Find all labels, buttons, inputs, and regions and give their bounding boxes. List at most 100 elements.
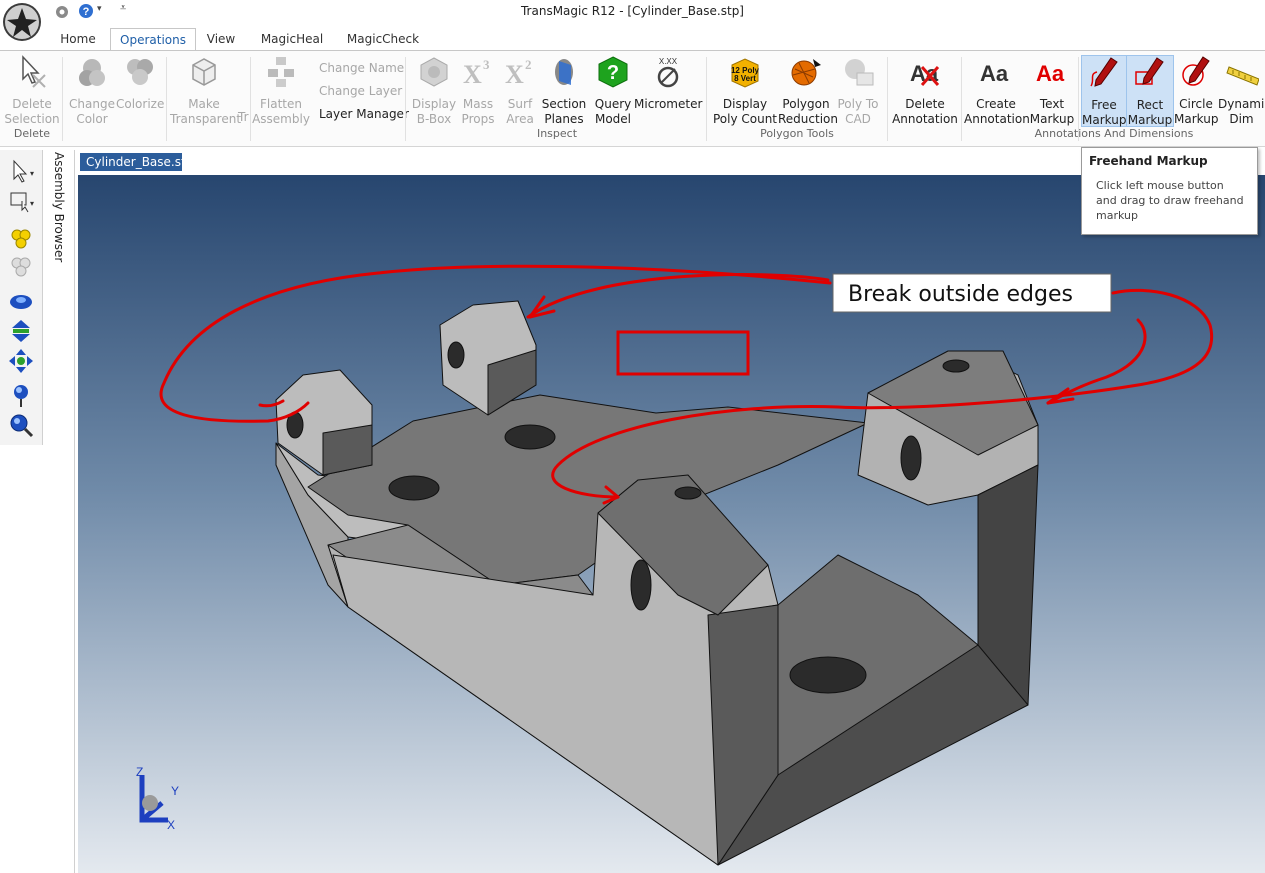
- change-color-label: Change Color: [69, 97, 115, 126]
- surf-area-label: Surf Area: [506, 97, 534, 126]
- flatten-assembly-button[interactable]: Flatten Assembly: [252, 55, 310, 127]
- micrometer-button[interactable]: X.XX Micrometer: [634, 55, 702, 112]
- display-poly-count-button[interactable]: 12 Poly 8 Vert Display Poly Count: [712, 55, 778, 127]
- text-annotation[interactable]: Break outside edges: [832, 273, 1112, 313]
- svg-text:8 Vert: 8 Vert: [734, 74, 756, 83]
- axis-z-label: Z: [136, 765, 143, 779]
- mass-props-x3-icon: X3: [463, 57, 490, 89]
- mass-props-label: Mass Props: [461, 97, 495, 126]
- svg-text:3: 3: [483, 57, 490, 72]
- create-annotation-button[interactable]: Aa Create Annotation: [964, 55, 1030, 127]
- transparent-cube-icon: [192, 58, 216, 86]
- flatten-assembly-label: Flatten Assembly: [252, 97, 310, 126]
- zoom-icon[interactable]: [8, 412, 34, 438]
- group-label-inspect: Inspect: [536, 127, 578, 140]
- rect-markup-label: Rect Markup: [1127, 98, 1173, 127]
- circle-markup-label: Circle Markup: [1174, 97, 1219, 126]
- mass-props-button[interactable]: X3 Mass Props: [456, 55, 500, 127]
- change-color-icon: [79, 59, 105, 86]
- layer-manager-button[interactable]: Layer Manager: [319, 107, 409, 121]
- display-bbox-icon: [420, 57, 448, 87]
- assembly-browser-label: Assembly Browser: [52, 152, 66, 263]
- freehand-markup-tooltip: Freehand Markup Click left mouse button …: [1081, 147, 1258, 235]
- svg-text:X: X: [463, 60, 482, 89]
- colorize-icon: [127, 59, 153, 85]
- poly-to-cad-label: Poly To CAD: [837, 97, 879, 126]
- change-name-button[interactable]: Change Name: [319, 61, 404, 75]
- pan-vertical-icon[interactable]: [8, 318, 34, 344]
- select-all-icon[interactable]: [8, 226, 34, 252]
- ribbon-separator: [166, 57, 167, 141]
- svg-text:▾: ▾: [30, 169, 34, 178]
- surf-area-button[interactable]: X2 Surf Area: [498, 55, 542, 127]
- make-transparent-button[interactable]: Make Transparent: [170, 55, 242, 127]
- tab-operations[interactable]: Operations: [110, 28, 196, 52]
- delete-selection-button[interactable]: Delete Selection: [4, 55, 60, 127]
- free-markup-label: Free Markup: [1082, 98, 1127, 127]
- ribbon-panel: Delete Selection Delete Change Color Col…: [0, 50, 1265, 147]
- section-planes-button[interactable]: Section Planes: [540, 55, 588, 127]
- query-model-button[interactable]: ? Query Model: [592, 55, 634, 127]
- svg-text:2: 2: [525, 57, 532, 72]
- display-poly-count-label: Display Poly Count: [712, 97, 778, 126]
- change-layer-button[interactable]: Change Layer: [319, 84, 402, 98]
- tab-magicheal[interactable]: MagicHeal: [252, 28, 332, 51]
- document-tab[interactable]: Cylinder_Base.stp: [80, 153, 193, 171]
- freehand-pen-icon: [1090, 57, 1118, 87]
- query-model-icon: ?: [598, 56, 628, 88]
- pan-icon[interactable]: [8, 348, 34, 374]
- circle-markup-pen-icon: [1182, 56, 1210, 86]
- box-select-icon[interactable]: ▾: [8, 188, 34, 214]
- dynamic-dim-button[interactable]: Dynamic Dim: [1218, 55, 1265, 127]
- tab-home[interactable]: Home: [50, 28, 106, 51]
- query-model-label: Query Model: [594, 97, 632, 126]
- text-markup-label: Text Markup: [1029, 97, 1075, 126]
- tab-view[interactable]: View: [196, 28, 246, 51]
- group-label-polygon-tools: Polygon Tools: [760, 127, 834, 140]
- dynamic-dim-label: Dynamic Dim: [1218, 97, 1265, 126]
- change-color-button[interactable]: Change Color: [66, 55, 118, 127]
- micrometer-label: Micrometer: [634, 97, 703, 111]
- model-viewport[interactable]: Break outside edges Z Y X: [78, 175, 1265, 873]
- ribbon-separator: [62, 57, 63, 141]
- display-bbox-button[interactable]: Display B-Box: [410, 55, 458, 127]
- svg-text:?: ?: [607, 62, 619, 84]
- create-annotation-label: Create Annotation: [964, 97, 1030, 126]
- polygon-reduction-button[interactable]: Polygon Reduction: [778, 55, 838, 127]
- tab-magiccheck[interactable]: MagicCheck: [339, 28, 427, 51]
- micrometer-icon: X.XX: [657, 57, 679, 88]
- polygon-reduction-label: Polygon Reduction: [778, 97, 838, 126]
- flatten-assembly-icon: [268, 57, 294, 87]
- poly-to-cad-button[interactable]: Poly To CAD: [834, 55, 882, 127]
- svg-text:▾: ▾: [30, 199, 34, 208]
- ribbon-separator: [961, 57, 962, 141]
- make-transparent-label: Make Transparent: [170, 97, 242, 126]
- rotate-view-icon[interactable]: [8, 288, 34, 314]
- polygon-reduction-icon: [791, 59, 821, 86]
- tooltip-title: Freehand Markup: [1089, 154, 1208, 168]
- circle-markup-button[interactable]: Circle Markup: [1174, 55, 1218, 127]
- deselect-all-icon[interactable]: [8, 254, 34, 280]
- ribbon-tabs: Home Operations View MagicHeal MagicChec…: [44, 26, 1265, 52]
- ribbon-separator: [405, 57, 406, 141]
- assembly-browser-panel[interactable]: Assembly Browser: [44, 150, 75, 873]
- poly-to-cad-icon: [845, 59, 874, 86]
- select-arrow-icon[interactable]: ▾: [8, 158, 34, 184]
- ribbon-separator: [706, 57, 707, 141]
- display-bbox-label: Display B-Box: [411, 97, 457, 126]
- svg-text:X.XX: X.XX: [659, 57, 678, 66]
- delete-annotation-button[interactable]: Aa Delete Annotation: [892, 55, 958, 127]
- free-markup-button[interactable]: Free Markup: [1081, 55, 1127, 127]
- delete-selection-label: Delete Selection: [4, 97, 60, 126]
- section-planes-label: Section Planes: [541, 97, 587, 126]
- left-toolbar: ▾ ▾: [0, 150, 43, 445]
- ribbon-separator: [250, 57, 251, 141]
- ribbon-separator: [887, 57, 888, 141]
- section-planes-icon: [555, 59, 573, 85]
- group-label-annotations: Annotations And Dimensions: [1034, 127, 1194, 140]
- zoom-point-icon[interactable]: [8, 382, 34, 408]
- colorize-button[interactable]: Colorize: [116, 55, 164, 112]
- delete-selection-icon: [22, 55, 46, 88]
- rect-markup-button[interactable]: Rect Markup: [1126, 55, 1174, 127]
- text-markup-button[interactable]: Aa Text Markup: [1028, 55, 1076, 127]
